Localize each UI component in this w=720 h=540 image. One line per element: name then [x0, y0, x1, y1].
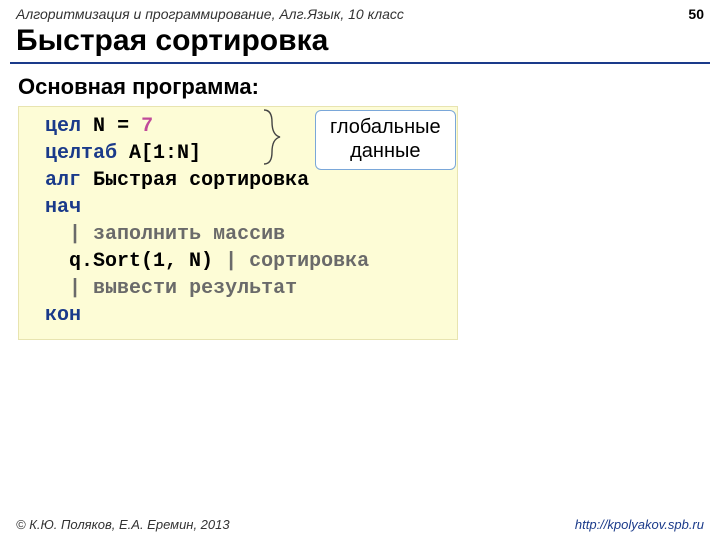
code-line: алг Быстрая сортировка: [33, 167, 443, 194]
page-title: Быстрая сортировка: [0, 24, 720, 62]
code-text: q.Sort(1, N): [69, 250, 213, 273]
code-line: q.Sort(1, N) | сортировка: [33, 248, 443, 275]
comment-text: вывести результат: [93, 277, 297, 300]
code-text: Быстрая сортировка: [93, 169, 309, 192]
slide-number: 50: [688, 6, 704, 22]
comment-text: сортировка: [249, 250, 369, 273]
keyword-alg: алг: [45, 169, 81, 192]
slide: Алгоритмизация и программирование, Алг.Я…: [0, 0, 720, 540]
slide-header: Алгоритмизация и программирование, Алг.Я…: [0, 0, 720, 24]
code-text: A[1:N]: [129, 142, 201, 165]
code-line: кон: [33, 302, 443, 329]
annotation-callout: глобальные данные: [315, 110, 456, 170]
pipe-icon: |: [69, 277, 81, 300]
pipe-icon: |: [225, 250, 237, 273]
code-line: | заполнить массив: [33, 221, 443, 248]
keyword-kon: кон: [45, 304, 81, 327]
number-literal: 7: [141, 115, 153, 138]
keyword-nach: нач: [45, 196, 81, 219]
slide-footer: © К.Ю. Поляков, Е.А. Еремин, 2013 http:/…: [16, 517, 704, 532]
content-area: цел N = 7 целтаб A[1:N] алг Быстрая сорт…: [0, 106, 720, 340]
annotation-line: данные: [330, 139, 441, 163]
annotation-line: глобальные: [330, 115, 441, 139]
pipe-icon: |: [69, 223, 81, 246]
code-line: | вывести результат: [33, 275, 443, 302]
section-heading: Основная программа:: [0, 74, 720, 106]
code-text: =: [117, 115, 129, 138]
course-label: Алгоритмизация и программирование, Алг.Я…: [16, 6, 404, 22]
code-line: нач: [33, 194, 443, 221]
copyright-text: © К.Ю. Поляков, Е.А. Еремин, 2013: [16, 517, 230, 532]
keyword-cel: цел: [45, 115, 81, 138]
source-link[interactable]: http://kpolyakov.spb.ru: [575, 517, 704, 532]
code-text: N: [93, 115, 105, 138]
comment-text: заполнить массив: [93, 223, 285, 246]
keyword-celtab: целтаб: [45, 142, 117, 165]
title-underline: [10, 62, 710, 64]
